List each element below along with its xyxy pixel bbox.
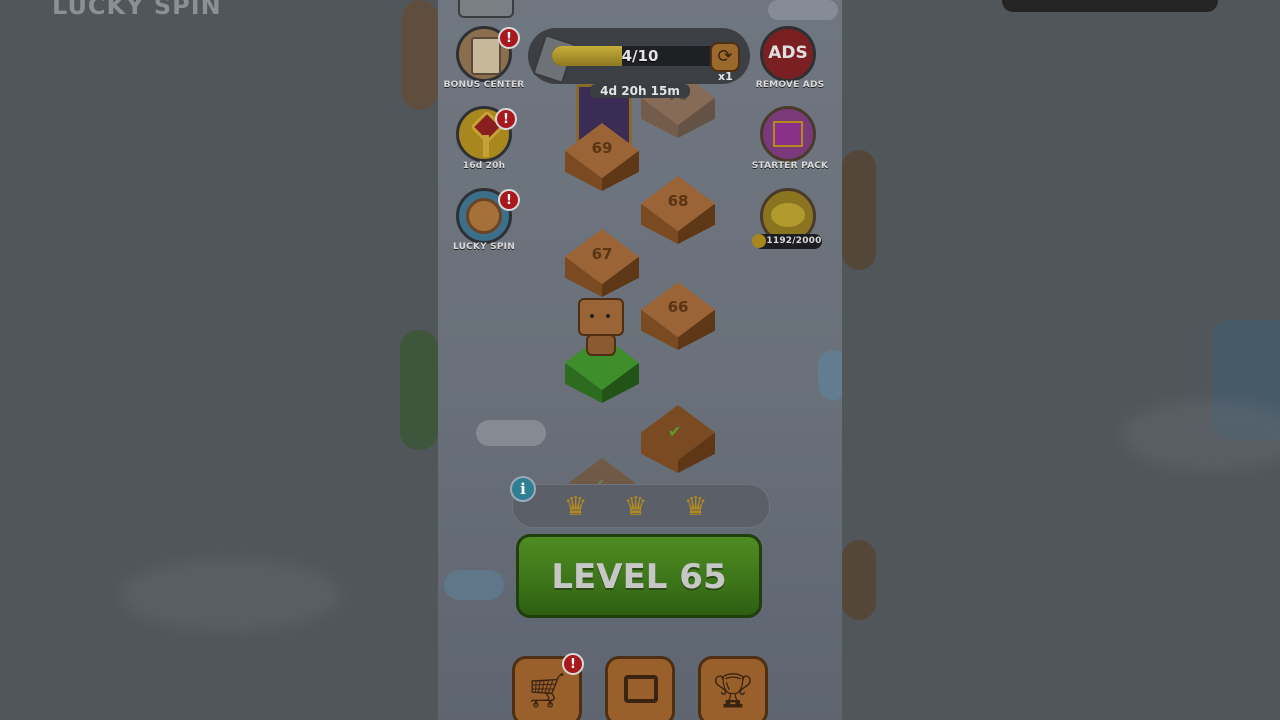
ghost-cloud [1122,400,1280,470]
ghost-lucky-spin-label: LUCKY SPIN [52,0,222,20]
level-tile-67[interactable]: 67 [565,229,639,303]
ice-cube-decoration [444,570,504,600]
leaderboard-button[interactable]: 🏆︎ [698,656,768,720]
ghost-tile [402,0,438,110]
lucky-spin-label: LUCKY SPIN [453,242,515,252]
no-ads-icon: ADS [768,43,808,63]
player-character [576,298,626,360]
crown-icon: ♛ [684,492,708,522]
refresh-icon[interactable]: ⟳ [710,42,740,72]
ghost-cloud [120,560,340,630]
level-tile-66[interactable]: 66 [641,282,715,356]
alert-badge: ! [495,108,517,130]
tile-number: 68 [667,192,689,210]
cloud [476,420,546,446]
blurred-background-left: LUCKY SPIN [0,0,438,720]
bonus-center-label: BONUS CENTER [443,80,525,90]
clipboard-icon [471,37,501,75]
crown-icon: ♛ [564,492,588,522]
cloud [768,0,838,20]
ghost-tile [842,150,876,270]
multiplier-label: x1 [718,70,733,83]
alert-badge: ! [498,189,520,211]
info-icon[interactable]: i [510,476,536,502]
ice-cube-decoration [818,350,842,400]
event-progress-text: 4/10 [621,47,659,65]
starter-pack-label: STARTER PACK [751,161,829,171]
piggy-bank-counter: 1192/2000 [766,236,822,246]
ghost-tile [400,330,438,450]
trophy-icon: 🏆︎ [711,671,755,711]
completed-level-tile[interactable]: ✔ [641,405,715,479]
play-level-label: LEVEL 65 [551,557,727,597]
spin-wheel-icon [466,198,502,234]
cart-icon: 🛒︎ [525,671,569,711]
alert-badge: ! [498,27,520,49]
checkmark-icon: ✔ [668,422,682,441]
level-tile-68[interactable]: 68 [641,176,715,250]
event-timer: 4d 20h 15m [590,84,690,98]
remove-ads-label: REMOVE ADS [755,80,825,90]
key-event-timer: 16d 20h [462,161,506,171]
game-view: 70 69 68 67 66 ✔ ✔ ! BONUS CENTER [438,0,842,720]
level-tile-69[interactable]: 69 [565,123,639,197]
play-level-button[interactable]: LEVEL 65 [516,534,762,618]
piggy-bank-icon [771,203,805,227]
ghost-tile [842,540,876,620]
crown-icon: ♛ [624,492,648,522]
gallery-button[interactable] [605,656,675,720]
tile-number: 66 [667,298,689,316]
tile-number: 67 [591,245,613,263]
image-icon [624,675,658,703]
profile-avatar-button[interactable] [458,0,514,18]
remove-ads-button[interactable]: ADS [760,26,816,82]
blurred-background-right [842,0,1280,720]
alert-badge: ! [562,653,584,675]
ghost-bar [1002,0,1218,12]
starter-pack-button[interactable] [760,106,816,162]
tile-number: 69 [591,139,613,157]
gift-icon [773,121,803,147]
